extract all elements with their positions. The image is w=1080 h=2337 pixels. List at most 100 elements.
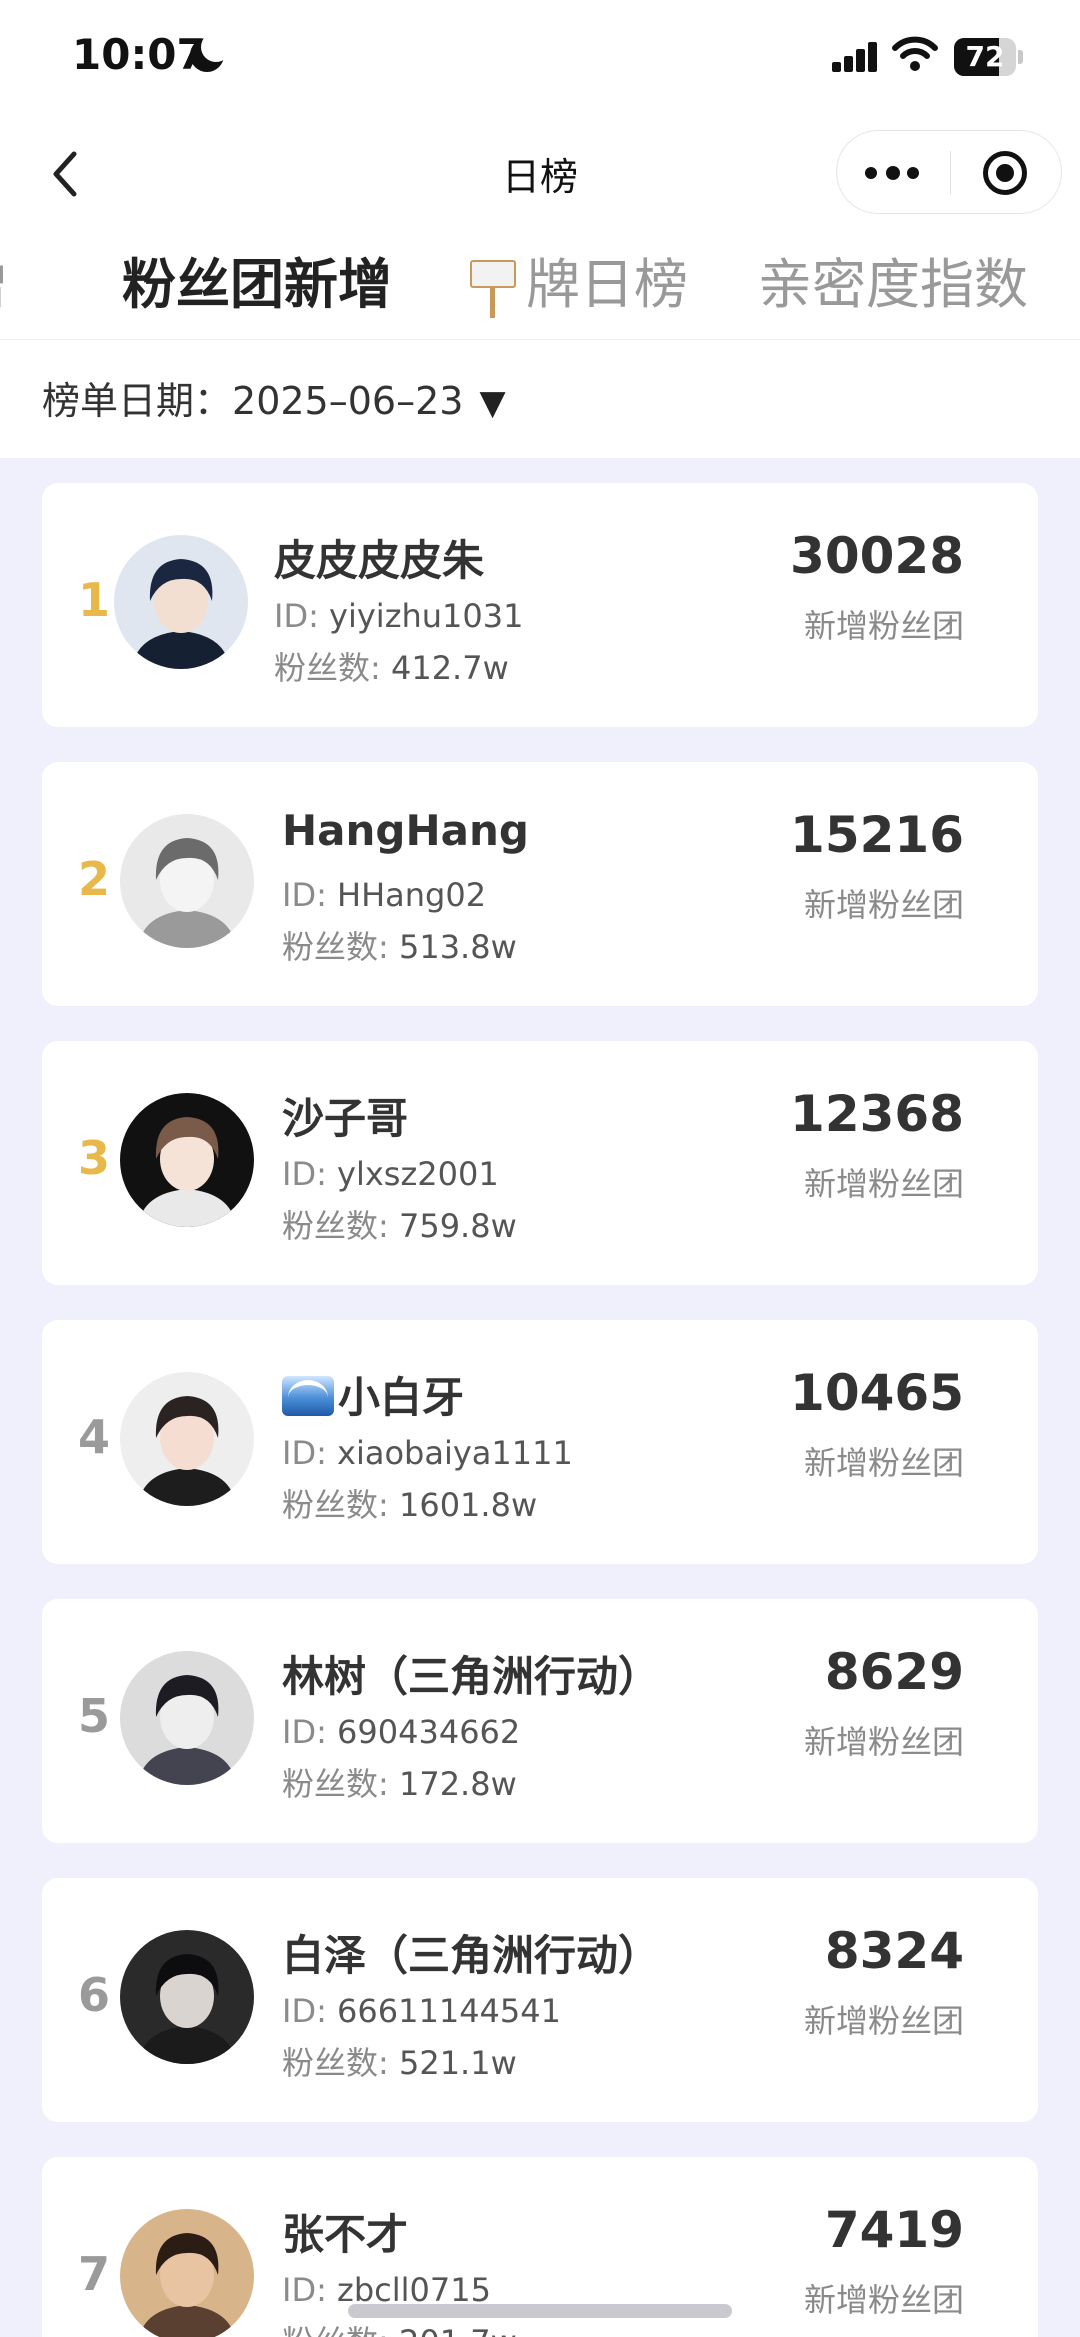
status-bar: 10:07 72 [0, 0, 1080, 115]
new-fan-group-count: 30028 [790, 527, 964, 585]
fans-value: 759.8w [398, 1207, 517, 1245]
id-label: ID: [282, 876, 338, 914]
user-id: ID: xiaobaiya1111 [282, 1434, 573, 1472]
nav-bar: 日榜 [0, 130, 1080, 218]
new-fan-group-label: 新增粉丝团 [803, 886, 964, 924]
fans-value: 513.8w [398, 928, 517, 966]
fans-value: 1601.8w [398, 1486, 538, 1524]
capsule-divider [950, 151, 951, 195]
fans-label: 粉丝数: [282, 2323, 399, 2337]
ranking-tabs: 增 粉丝团新增 牌日榜 亲密度指数 [0, 240, 1080, 340]
fans-label: 粉丝数: [282, 2044, 399, 2082]
avatar[interactable] [114, 535, 248, 669]
fan-count: 粉丝数: 172.8w [282, 1759, 517, 1805]
wave-icon [282, 1376, 334, 1416]
rank-card[interactable]: 5 林树（三角洲行动） ID: 690434662 粉丝数: 172.8w 8629 新增… [42, 1599, 1038, 1843]
date-filter[interactable]: 榜单日期：2025–06–23 ▼ [42, 370, 506, 430]
avatar[interactable] [120, 1930, 254, 2064]
id-label: ID: [282, 1155, 338, 1193]
id-label: ID: [274, 597, 330, 635]
avatar[interactable] [120, 2209, 254, 2337]
home-indicator [348, 2304, 732, 2318]
fan-count: 粉丝数: 201.7w [282, 2317, 517, 2337]
fans-value: 412.7w [390, 649, 509, 687]
fans-label: 粉丝数: [282, 1207, 399, 1245]
new-fan-group-count: 12368 [790, 1085, 964, 1143]
user-name-text: 张不才 [282, 2210, 409, 2259]
more-dots-icon[interactable] [865, 161, 921, 185]
date-label: 榜单日期： [42, 379, 233, 423]
new-fan-group-count: 7419 [824, 2201, 964, 2259]
status-time: 10:07 [72, 30, 206, 79]
avatar[interactable] [120, 1372, 254, 1506]
new-fan-group-label: 新增粉丝团 [803, 1723, 964, 1761]
user-id: ID: yiyizhu1031 [274, 597, 523, 635]
rank-card[interactable]: 3 沙子哥 ID: ylxsz2001 粉丝数: 759.8w 12368 新增粉丝团 [42, 1041, 1038, 1285]
fan-count: 粉丝数: 412.7w [274, 643, 509, 689]
rank-card[interactable]: 1 皮皮皮皮朱 ID: yiyizhu1031 粉丝数: 412.7w 30028 新增粉… [42, 483, 1038, 727]
new-fan-group-label: 新增粉丝团 [803, 607, 964, 645]
date-value: 2025–06–23 [232, 379, 464, 423]
tab-partial[interactable]: 增 [0, 240, 8, 330]
battery-level: 72 [965, 40, 1005, 73]
fan-count: 粉丝数: 513.8w [282, 922, 517, 968]
new-fan-group-label: 新增粉丝团 [803, 1165, 964, 1203]
fans-label: 粉丝数: [282, 928, 399, 966]
avatar[interactable] [120, 1093, 254, 1227]
new-fan-group-count: 8629 [824, 1643, 964, 1701]
id-value: xiaobaiya1111 [337, 1434, 573, 1472]
id-value: HHang02 [337, 876, 487, 914]
rank-card[interactable]: 6 白泽（三角洲行动） ID: 66611144541 粉丝数: 521.1w 8324… [42, 1878, 1038, 2122]
fan-count: 粉丝数: 1601.8w [282, 1480, 537, 1526]
avatar[interactable] [120, 814, 254, 948]
user-name-text: 林树（三角洲行动） [282, 1652, 661, 1701]
fan-count: 粉丝数: 759.8w [282, 1201, 517, 1247]
fans-value: 521.1w [398, 2044, 517, 2082]
signal-icon [832, 42, 878, 72]
new-fan-group-count: 10465 [790, 1364, 964, 1422]
fan-count: 粉丝数: 521.1w [282, 2038, 517, 2084]
id-label: ID: [282, 1713, 338, 1751]
avatar[interactable] [120, 1651, 254, 1785]
fans-label: 粉丝数: [282, 1486, 399, 1524]
fans-value: 172.8w [398, 1765, 517, 1803]
tab-fan-group-new[interactable]: 粉丝团新增 [122, 240, 392, 330]
user-name-text: HangHang [282, 806, 529, 855]
user-name-text: 皮皮皮皮朱 [274, 536, 485, 585]
user-name[interactable]: 皮皮皮皮朱 [274, 527, 484, 588]
user-name[interactable]: 张不才 [282, 2201, 408, 2262]
tab-brand-daily[interactable]: 牌日榜 [526, 240, 688, 330]
fans-label: 粉丝数: [274, 649, 391, 687]
user-name-text: 沙子哥 [282, 1094, 409, 1143]
rank-card[interactable]: 2 HangHang ID: HHang02 粉丝数: 513.8w 15216 新增粉丝… [42, 762, 1038, 1006]
rank-card[interactable]: 4 小白牙 ID: xiaobaiya1111 粉丝数: 1601.8w 10465 新增… [42, 1320, 1038, 1564]
fans-value: 201.7w [399, 2323, 517, 2337]
user-id: ID: HHang02 [282, 876, 486, 914]
user-name[interactable]: 小白牙 [282, 1364, 464, 1425]
user-name[interactable]: 沙子哥 [282, 1085, 408, 1146]
new-fan-group-count: 15216 [790, 806, 964, 864]
user-id: ID: 66611144541 [282, 1992, 561, 2030]
user-name-text: 白泽（三角洲行动） [282, 1931, 661, 1980]
user-id: ID: 690434662 [282, 1713, 520, 1751]
target-icon[interactable] [983, 151, 1027, 195]
user-name[interactable]: 林树（三角洲行动） [282, 1643, 660, 1704]
new-fan-group-count: 8324 [824, 1922, 964, 1980]
user-id: ID: ylxsz2001 [282, 1155, 499, 1193]
id-value: 690434662 [337, 1713, 521, 1751]
id-label: ID: [282, 1434, 338, 1472]
caret-down-icon: ▼ [479, 383, 506, 423]
user-name[interactable]: 白泽（三角洲行动） [282, 1922, 660, 1983]
battery-icon: 72 [954, 38, 1024, 76]
user-name-text: 小白牙 [338, 1373, 465, 1422]
id-value: 66611144541 [337, 1992, 561, 2030]
id-label: ID: [282, 2271, 338, 2309]
new-fan-group-label: 新增粉丝团 [803, 1444, 964, 1482]
id-value: yiyizhu1031 [329, 597, 524, 635]
id-value: ylxsz2001 [337, 1155, 499, 1193]
wifi-icon [892, 36, 938, 72]
tab-intimacy-index[interactable]: 亲密度指数 [758, 240, 1028, 330]
user-name[interactable]: HangHang [282, 806, 529, 855]
id-label: ID: [282, 1992, 338, 2030]
flag-sign-icon [470, 260, 516, 318]
